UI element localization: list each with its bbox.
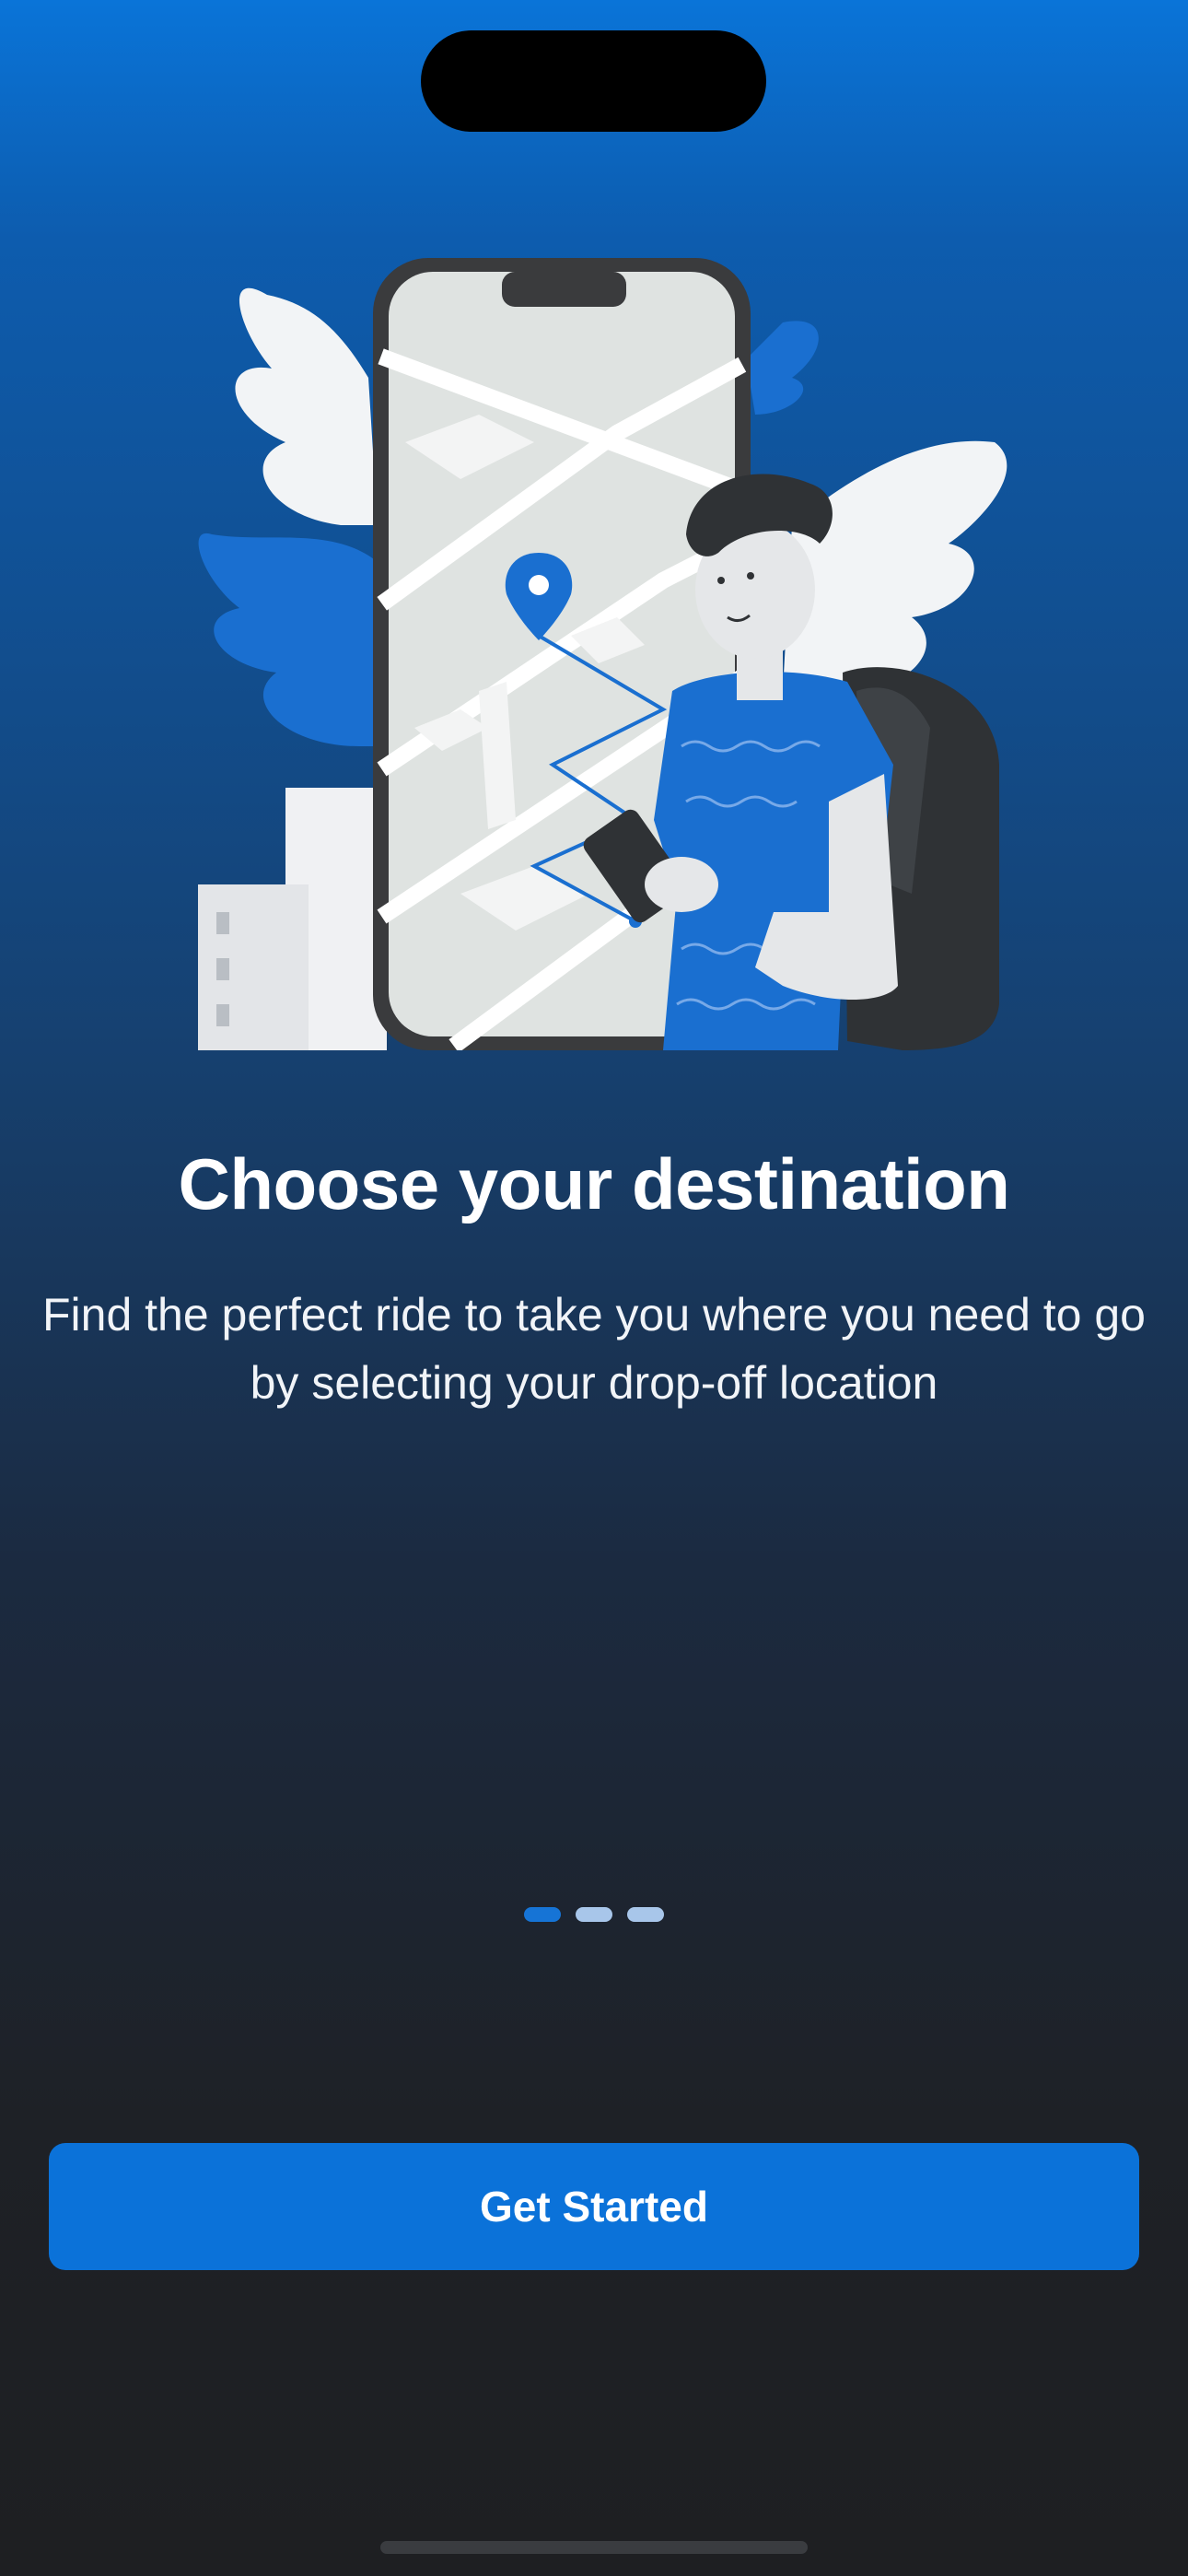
leaf-right-white — [783, 440, 1007, 691]
building-short — [198, 884, 309, 1050]
home-indicator[interactable] — [380, 2541, 808, 2554]
dynamic-island — [421, 30, 766, 132]
leaf-left-blue — [198, 533, 382, 746]
page-indicator — [0, 1907, 1188, 1926]
leaf-left-white — [235, 287, 378, 525]
get-started-button[interactable]: Get Started — [49, 2143, 1139, 2270]
page-indicator-dot-1[interactable] — [524, 1907, 561, 1922]
page-indicator-dot-2[interactable] — [576, 1907, 612, 1922]
page-description: Find the perfect ride to take you where … — [42, 1289, 1146, 1409]
page-title: Choose your destination — [178, 1143, 1010, 1224]
leaf-right-small-blue — [746, 321, 819, 415]
phone-notch — [502, 272, 626, 307]
onboarding-illustration — [198, 258, 1007, 1050]
page-indicator-dot-3[interactable] — [627, 1907, 664, 1922]
